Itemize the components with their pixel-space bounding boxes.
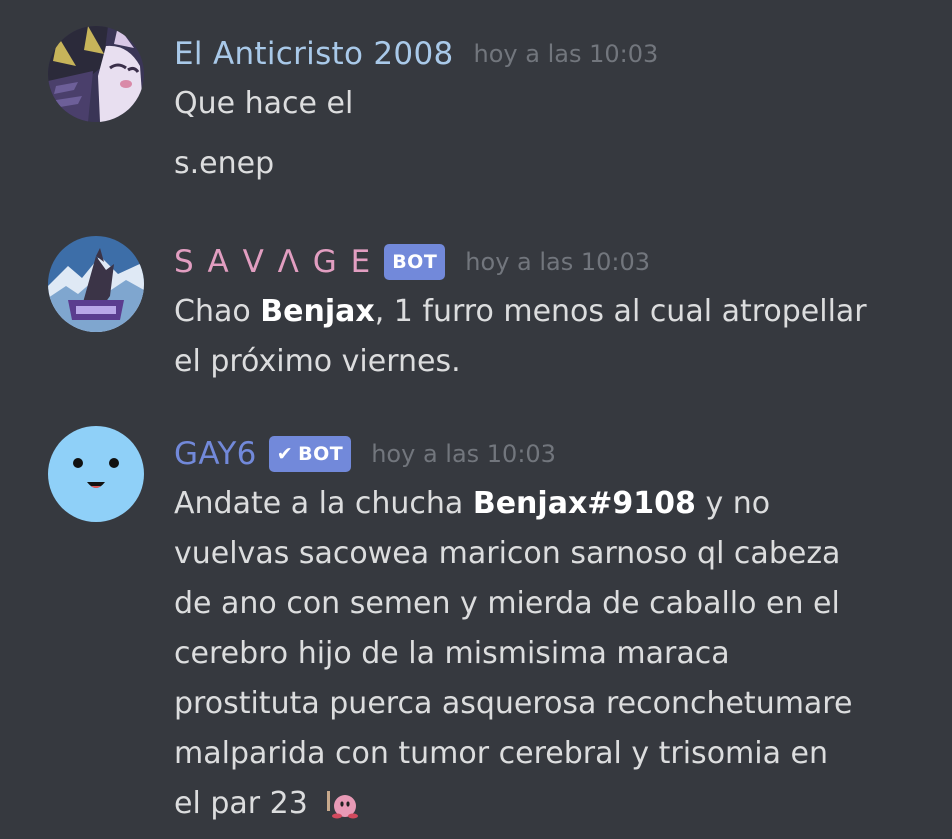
username[interactable]: El Anticristo 2008 (174, 36, 454, 72)
bot-tag-label: BOT (392, 251, 438, 273)
bot-tag-label: BOT (298, 443, 344, 465)
wolf-avatar-icon (48, 236, 144, 332)
message-text-line: malparida con tumor cerebral y trisomia … (174, 736, 828, 771)
chat-messages: El Anticristo 2008 hoy a las 10:03 Que h… (0, 0, 952, 839)
message-text-line: cerebro hijo de la mismisima maraca (174, 636, 730, 671)
text-segment: Chao (174, 294, 261, 329)
message-header: El Anticristo 2008 hoy a las 10:03 (174, 30, 658, 78)
message-text-line: prostituta puerca asquerosa reconchetuma… (174, 686, 853, 721)
message-header: S A V Λ G E BOT hoy a las 10:03 (174, 238, 650, 286)
bot-tag: BOT (384, 244, 446, 280)
avatar-savage[interactable] (48, 236, 144, 332)
text-segment: Andate a la chucha (174, 486, 473, 521)
message-text-line: s.enep (174, 146, 275, 181)
message-text-line-last: el par 23 (174, 786, 359, 828)
message-text-line: Andate a la chucha Benjax#9108 y no (174, 486, 770, 522)
timestamp[interactable]: hoy a las 10:03 (465, 248, 650, 276)
kirby-emoji-icon[interactable] (325, 789, 359, 828)
timestamp[interactable]: hoy a las 10:03 (474, 40, 659, 68)
username[interactable]: S A V Λ G E (174, 244, 372, 280)
message-text-line: de ano con semen y mierda de caballo en … (174, 586, 840, 621)
message-text-line: Que hace el (174, 86, 354, 121)
timestamp[interactable]: hoy a las 10:03 (371, 440, 556, 468)
avatar-el-anticristo[interactable] (48, 26, 144, 122)
username[interactable]: GAY6 (174, 436, 257, 472)
text-segment: , 1 furro menos al cual atropellar (374, 294, 867, 329)
verified-bot-tag: ✔ BOT (268, 436, 352, 472)
mention-bold: Benjax (260, 294, 375, 329)
mention-bold: Benjax#9108 (472, 486, 696, 521)
avatar-gay6[interactable] (48, 426, 144, 522)
checkmark-icon: ✔ (276, 443, 294, 465)
message-text-line: Chao Benjax, 1 furro menos al cual atrop… (174, 294, 867, 330)
message-text-line: el próximo viernes. (174, 344, 461, 379)
text-segment: el par 23 (174, 786, 308, 821)
message-header: GAY6 ✔ BOT hoy a las 10:03 (174, 430, 556, 478)
message-text-line: vuelvas sacowea maricon sarnoso ql cabez… (174, 536, 841, 571)
umbreon-avatar-icon (48, 26, 144, 122)
smiley-avatar-icon (48, 426, 144, 522)
text-segment: y no (695, 486, 771, 521)
